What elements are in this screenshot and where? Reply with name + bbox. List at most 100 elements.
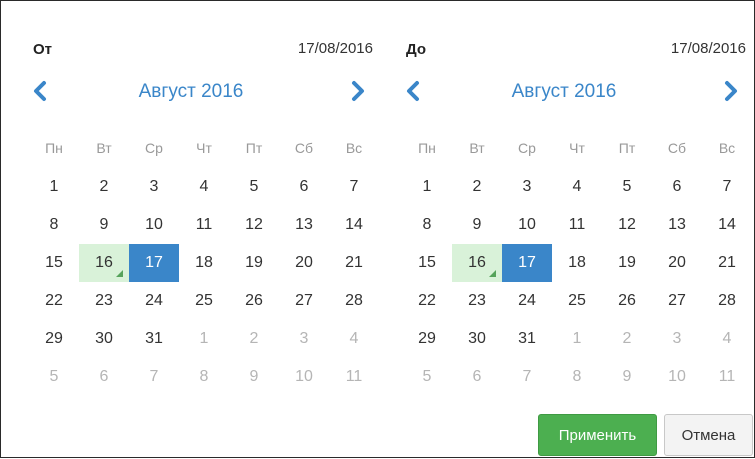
- day-cell[interactable]: 29: [402, 320, 452, 358]
- day-cell[interactable]: 2: [452, 168, 502, 206]
- day-cell[interactable]: 22: [29, 282, 79, 320]
- day-cell[interactable]: 10: [502, 206, 552, 244]
- day-cell-other-month[interactable]: 10: [652, 358, 702, 396]
- day-cell-other-month[interactable]: 7: [129, 358, 179, 396]
- day-cell[interactable]: 2: [79, 168, 129, 206]
- day-cell[interactable]: 31: [502, 320, 552, 358]
- day-cell[interactable]: 25: [179, 282, 229, 320]
- day-cell-other-month[interactable]: 9: [602, 358, 652, 396]
- day-cell[interactable]: 25: [552, 282, 602, 320]
- day-cell-other-month[interactable]: 6: [79, 358, 129, 396]
- day-cell[interactable]: 27: [279, 282, 329, 320]
- day-cell[interactable]: 18: [179, 244, 229, 282]
- weekday-header-row: Пн Вт Ср Чт Пт Сб Вс: [29, 128, 379, 168]
- from-date-value[interactable]: 17/08/2016: [298, 40, 373, 57]
- day-cell[interactable]: 3: [502, 168, 552, 206]
- day-cell[interactable]: 30: [79, 320, 129, 358]
- day-cell-other-month[interactable]: 10: [279, 358, 329, 396]
- day-cell[interactable]: 27: [652, 282, 702, 320]
- chevron-right-icon: [725, 81, 737, 101]
- day-cell-other-month[interactable]: 5: [29, 358, 79, 396]
- day-cell[interactable]: 24: [502, 282, 552, 320]
- day-cell[interactable]: 28: [329, 282, 379, 320]
- day-cell[interactable]: 23: [79, 282, 129, 320]
- day-cell-other-month[interactable]: 3: [652, 320, 702, 358]
- day-cell-other-month[interactable]: 11: [702, 358, 752, 396]
- day-cell[interactable]: 15: [29, 244, 79, 282]
- day-cell-other-month[interactable]: 8: [552, 358, 602, 396]
- day-cell[interactable]: 29: [29, 320, 79, 358]
- day-cell[interactable]: 28: [702, 282, 752, 320]
- day-cell[interactable]: 13: [652, 206, 702, 244]
- day-cell-other-month[interactable]: 1: [552, 320, 602, 358]
- day-cell[interactable]: 31: [129, 320, 179, 358]
- day-cell-other-month[interactable]: 4: [702, 320, 752, 358]
- week-row: 5 6 7 8 9 10 11: [29, 358, 379, 396]
- day-cell-other-month[interactable]: 4: [329, 320, 379, 358]
- day-cell[interactable]: 7: [702, 168, 752, 206]
- day-cell-other-month[interactable]: 2: [602, 320, 652, 358]
- day-cell-other-month[interactable]: 6: [452, 358, 502, 396]
- day-cell[interactable]: 4: [552, 168, 602, 206]
- day-cell-selected[interactable]: 17: [129, 244, 179, 282]
- week-row: 1234567: [29, 168, 379, 206]
- day-cell-selected[interactable]: 17: [502, 244, 552, 282]
- day-cell-other-month[interactable]: 9: [229, 358, 279, 396]
- day-cell[interactable]: 15: [402, 244, 452, 282]
- day-cell[interactable]: 8: [29, 206, 79, 244]
- date-range-picker: От 17/08/2016 Август 2016 Пн Вт Ср Чт Пт Сб Вс…: [0, 0, 755, 458]
- day-cell[interactable]: 19: [602, 244, 652, 282]
- day-cell[interactable]: 1: [29, 168, 79, 206]
- day-cell[interactable]: 4: [179, 168, 229, 206]
- day-cell[interactable]: 24: [129, 282, 179, 320]
- to-date-value[interactable]: 17/08/2016: [671, 40, 746, 57]
- day-cell[interactable]: 7: [329, 168, 379, 206]
- next-month-button[interactable]: [347, 79, 369, 103]
- day-cell[interactable]: 9: [452, 206, 502, 244]
- day-cell[interactable]: 18: [552, 244, 602, 282]
- day-cell[interactable]: 20: [652, 244, 702, 282]
- day-cell-today[interactable]: 16: [79, 244, 129, 282]
- day-cell-other-month[interactable]: 8: [179, 358, 229, 396]
- day-cell[interactable]: 19: [229, 244, 279, 282]
- day-cell-other-month[interactable]: 3: [279, 320, 329, 358]
- day-cell-other-month[interactable]: 1: [179, 320, 229, 358]
- day-cell[interactable]: 26: [229, 282, 279, 320]
- day-cell[interactable]: 8: [402, 206, 452, 244]
- day-cell[interactable]: 12: [602, 206, 652, 244]
- day-cell[interactable]: 14: [702, 206, 752, 244]
- day-cell[interactable]: 30: [452, 320, 502, 358]
- day-cell-other-month[interactable]: 5: [402, 358, 452, 396]
- next-month-button[interactable]: [720, 79, 742, 103]
- day-cell[interactable]: 11: [179, 206, 229, 244]
- day-cell-other-month[interactable]: 11: [329, 358, 379, 396]
- day-cell[interactable]: 6: [279, 168, 329, 206]
- day-cell[interactable]: 23: [452, 282, 502, 320]
- weekday-label: Сб: [667, 140, 687, 156]
- day-cell[interactable]: 13: [279, 206, 329, 244]
- day-cell-other-month[interactable]: 2: [229, 320, 279, 358]
- day-cell[interactable]: 14: [329, 206, 379, 244]
- apply-button[interactable]: Применить: [538, 414, 657, 456]
- weekday-label: Пн: [45, 140, 63, 156]
- day-cell[interactable]: 20: [279, 244, 329, 282]
- day-cell[interactable]: 10: [129, 206, 179, 244]
- day-cell[interactable]: 6: [652, 168, 702, 206]
- day-cell[interactable]: 11: [552, 206, 602, 244]
- day-cell[interactable]: 22: [402, 282, 452, 320]
- day-cell[interactable]: 21: [329, 244, 379, 282]
- weekday-label: Чт: [196, 140, 212, 156]
- day-cell[interactable]: 5: [602, 168, 652, 206]
- to-label: До: [406, 41, 427, 58]
- weekday-label: Ср: [145, 140, 163, 156]
- day-cell[interactable]: 21: [702, 244, 752, 282]
- day-cell[interactable]: 1: [402, 168, 452, 206]
- day-cell[interactable]: 5: [229, 168, 279, 206]
- cancel-button[interactable]: Отмена: [664, 414, 753, 456]
- day-cell[interactable]: 12: [229, 206, 279, 244]
- day-cell[interactable]: 9: [79, 206, 129, 244]
- day-cell-today[interactable]: 16: [452, 244, 502, 282]
- day-cell-other-month[interactable]: 7: [502, 358, 552, 396]
- day-cell[interactable]: 26: [602, 282, 652, 320]
- day-cell[interactable]: 3: [129, 168, 179, 206]
